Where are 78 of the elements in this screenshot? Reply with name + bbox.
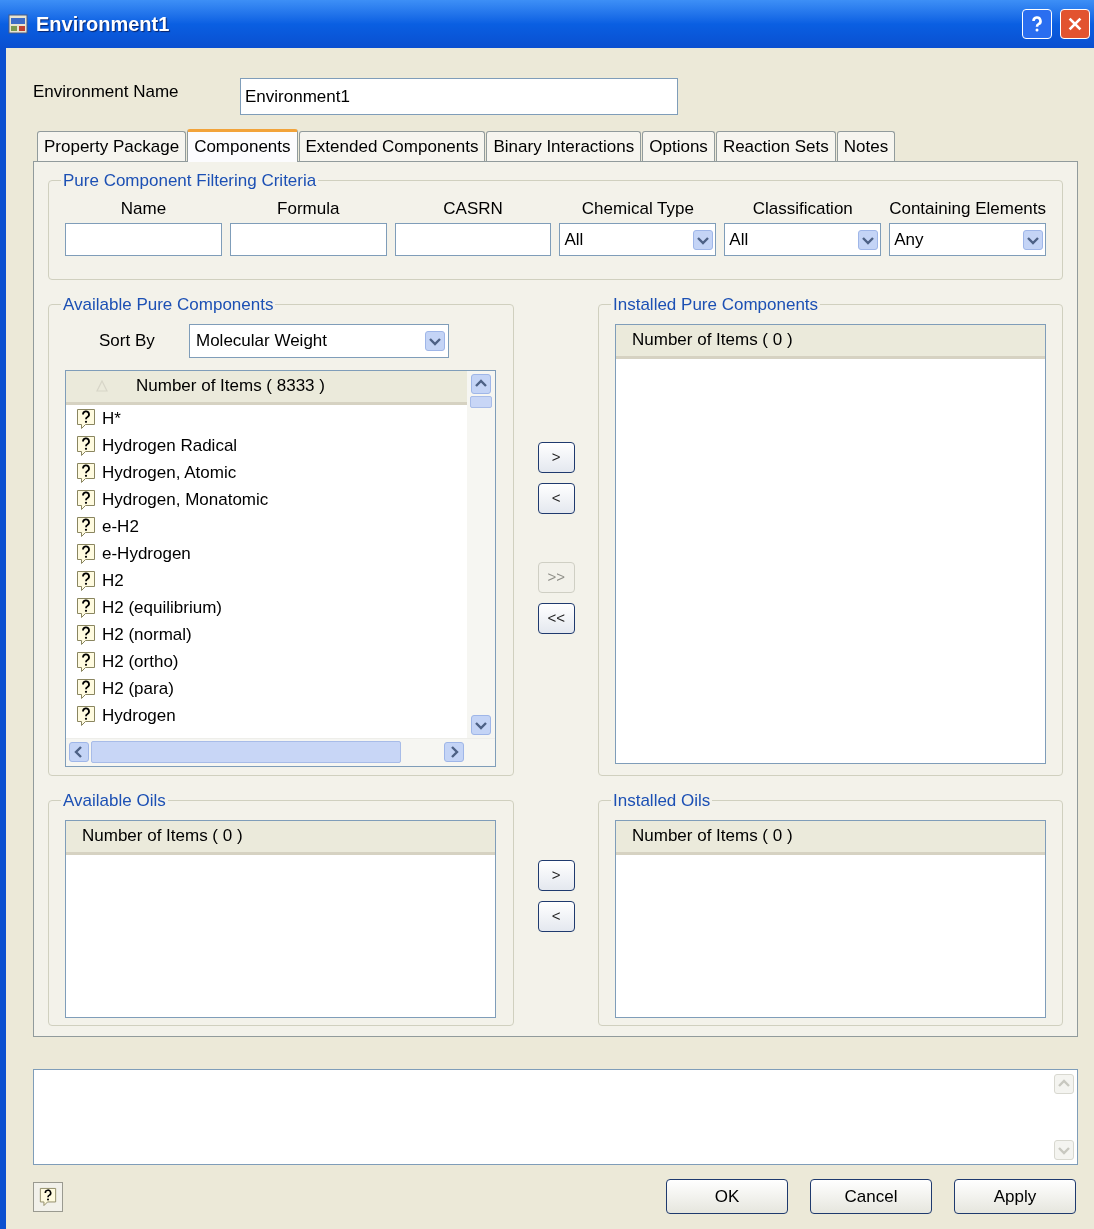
tab[interactable]: Options bbox=[642, 131, 715, 161]
app-icon bbox=[8, 14, 28, 34]
scroll-thumb[interactable] bbox=[91, 741, 401, 763]
list-item[interactable]: e-Hydrogen bbox=[76, 540, 467, 568]
tab[interactable]: Property Package bbox=[37, 131, 187, 161]
tab[interactable]: Components bbox=[187, 129, 298, 162]
field-label: Environment Name bbox=[33, 80, 180, 103]
sort-dropdown[interactable]: Molecular Weight bbox=[189, 323, 449, 358]
question-icon bbox=[76, 408, 96, 430]
list-item[interactable]: H2 bbox=[76, 567, 467, 595]
filter-label: Chemical Type bbox=[580, 197, 695, 220]
dialog-button[interactable]: Apply bbox=[954, 1179, 1076, 1214]
transfer-button[interactable]: < bbox=[537, 483, 575, 514]
filter-field[interactable] bbox=[229, 223, 387, 256]
tab[interactable]: Notes bbox=[836, 131, 896, 161]
question-icon bbox=[76, 597, 96, 619]
help-icon bbox=[39, 1186, 57, 1207]
list-item[interactable]: e-H2 bbox=[76, 513, 467, 541]
question-icon bbox=[76, 651, 96, 673]
question-icon bbox=[76, 435, 96, 457]
list-item[interactable]: Hydrogen, Atomic bbox=[76, 459, 467, 487]
filter-label: Name bbox=[119, 197, 168, 220]
list-item[interactable]: H2 (normal) bbox=[76, 621, 467, 649]
question-icon bbox=[76, 705, 96, 727]
scroll-thumb[interactable] bbox=[470, 395, 492, 408]
list-item[interactable]: H2 (para) bbox=[76, 675, 467, 703]
list-item[interactable]: Hydrogen bbox=[76, 702, 467, 730]
tab[interactable]: Reaction Sets bbox=[715, 131, 836, 161]
group-title: Installed Oils bbox=[612, 790, 712, 812]
filter-dropdown[interactable]: All bbox=[559, 223, 717, 256]
transfer-button[interactable]: > bbox=[537, 442, 575, 473]
chevron-down-icon[interactable] bbox=[693, 229, 714, 250]
list-item[interactable]: Hydrogen, Monatomic bbox=[76, 486, 467, 514]
scroll-left-icon[interactable] bbox=[69, 742, 89, 762]
close-icon bbox=[1066, 15, 1084, 33]
filter-dropdown[interactable]: Any bbox=[889, 223, 1046, 256]
vertical-scrollbar[interactable] bbox=[467, 370, 495, 738]
filter-dropdown[interactable]: All bbox=[724, 223, 882, 256]
list-item[interactable]: H2 (ortho) bbox=[76, 648, 467, 676]
list-item[interactable]: Hydrogen Radical bbox=[76, 432, 467, 460]
tab[interactable]: Binary Interactions bbox=[486, 131, 642, 161]
transfer-button[interactable]: << bbox=[537, 603, 575, 634]
filter-label: Formula bbox=[276, 197, 341, 220]
filter-label: CASRN bbox=[442, 197, 504, 220]
dialog-button[interactable]: Cancel bbox=[810, 1179, 932, 1214]
help-button[interactable] bbox=[33, 1181, 63, 1212]
filter-label: Containing Elements bbox=[889, 197, 1046, 220]
chevron-down-icon[interactable] bbox=[425, 330, 445, 351]
chevron-down-icon[interactable] bbox=[1023, 229, 1043, 250]
sort-label: Sort By bbox=[99, 329, 156, 352]
group-title: Pure Component Filtering Criteria bbox=[62, 170, 318, 192]
transfer-button[interactable]: < bbox=[537, 901, 575, 932]
transfer-button[interactable]: > bbox=[537, 860, 575, 891]
question-icon bbox=[76, 516, 96, 538]
question-icon bbox=[76, 543, 96, 565]
tab[interactable]: Extended Components bbox=[298, 131, 486, 161]
list-item[interactable]: H* bbox=[76, 405, 467, 433]
group-title: Installed Pure Components bbox=[612, 294, 820, 316]
horizontal-scrollbar[interactable] bbox=[66, 737, 495, 766]
question-icon bbox=[76, 624, 96, 646]
group-title: Available Pure Components bbox=[62, 294, 275, 316]
dialog-button[interactable]: OK bbox=[666, 1179, 788, 1214]
close-button[interactable] bbox=[1060, 9, 1090, 39]
filter-field[interactable] bbox=[394, 223, 552, 256]
list-item[interactable]: H2 (equilibrium) bbox=[76, 594, 467, 622]
chevron-down-icon[interactable] bbox=[858, 229, 879, 250]
filter-field[interactable] bbox=[65, 223, 222, 256]
question-icon bbox=[76, 678, 96, 700]
filter-label: Classification bbox=[751, 197, 854, 220]
window-title: Environment1 bbox=[36, 12, 170, 37]
environment-name-field[interactable]: Environment1 bbox=[240, 78, 678, 115]
scroll-down-icon[interactable] bbox=[471, 714, 491, 735]
group-title: Available Oils bbox=[62, 790, 167, 812]
question-icon bbox=[76, 489, 96, 511]
question-icon bbox=[76, 570, 96, 592]
scroll-up-icon[interactable] bbox=[471, 373, 491, 394]
question-icon bbox=[76, 462, 96, 484]
scroll-right-icon[interactable] bbox=[444, 742, 464, 762]
